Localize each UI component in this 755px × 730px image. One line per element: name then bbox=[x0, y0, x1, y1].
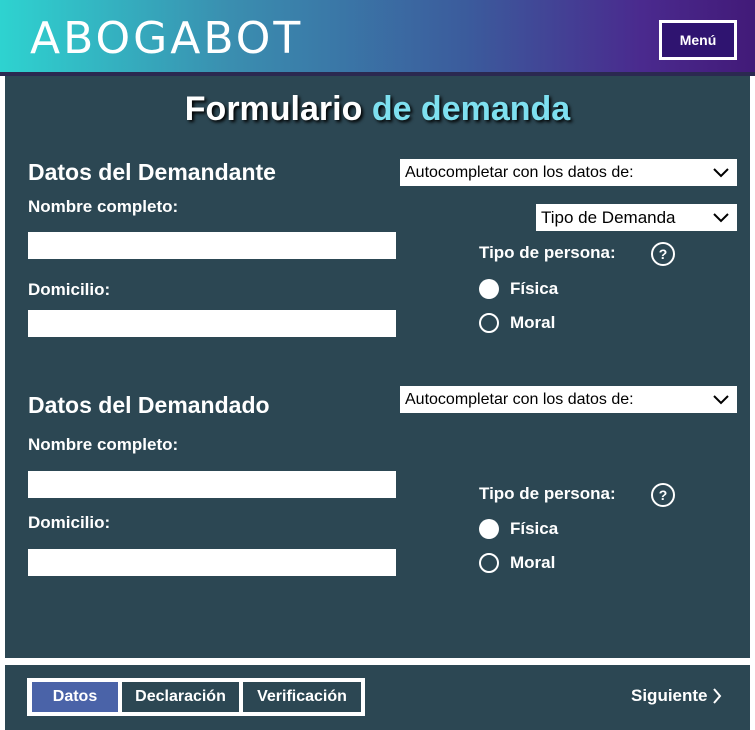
help-icon[interactable]: ? bbox=[651, 483, 675, 507]
demandante-fisica-label: Física bbox=[510, 279, 559, 298]
demandado-moral-radio[interactable] bbox=[479, 553, 499, 573]
demandante-nombre-label: Nombre completo: bbox=[28, 197, 179, 216]
demandado-autocomplete-value: Autocompletar con los datos de: bbox=[405, 391, 634, 408]
footer-divider bbox=[0, 658, 755, 665]
demandado-domicilio-label: Domicilio: bbox=[28, 513, 111, 532]
demandante-domicilio-input[interactable] bbox=[28, 310, 396, 337]
chevron-down-icon bbox=[713, 386, 729, 413]
demandado-moral-label: Moral bbox=[510, 553, 556, 572]
demandado-domicilio-input[interactable] bbox=[28, 549, 396, 576]
demandante-autocomplete-value: Autocompletar con los datos de: bbox=[405, 164, 634, 181]
demandante-moral-label: Moral bbox=[510, 313, 556, 332]
tab-datos[interactable]: Datos bbox=[32, 682, 118, 712]
demandante-autocomplete-select[interactable]: Autocompletar con los datos de: bbox=[400, 159, 737, 186]
demandado-section-title: Datos del Demandado bbox=[28, 392, 270, 418]
chevron-down-icon bbox=[713, 204, 729, 231]
demandado-fisica-label: Física bbox=[510, 519, 559, 538]
demandante-fisica-radio[interactable] bbox=[479, 279, 499, 299]
help-icon[interactable]: ? bbox=[651, 242, 675, 266]
demandado-tipo-persona-label: Tipo de persona: bbox=[479, 484, 616, 503]
form-panel: Formulario de demanda Datos del Demandan… bbox=[5, 76, 750, 658]
app-logo: ABOGABOT bbox=[30, 13, 304, 64]
demandante-nombre-input[interactable] bbox=[28, 232, 396, 259]
page-title-accent: de demanda bbox=[371, 90, 571, 128]
step-tabs: Datos Declaración Verificación bbox=[27, 678, 365, 716]
page-title: Formulario de demanda bbox=[5, 90, 750, 129]
chevron-down-icon bbox=[713, 159, 729, 186]
page-title-main: Formulario bbox=[184, 90, 372, 128]
chevron-right-icon bbox=[712, 688, 721, 704]
demandante-tipo-persona-label: Tipo de persona: bbox=[479, 243, 616, 262]
demandado-autocomplete-select[interactable]: Autocompletar con los datos de: bbox=[400, 386, 737, 413]
demandado-fisica-radio[interactable] bbox=[479, 519, 499, 539]
demandante-moral-radio[interactable] bbox=[479, 313, 499, 333]
next-label: Siguiente bbox=[631, 686, 708, 705]
demandado-nombre-label: Nombre completo: bbox=[28, 435, 179, 454]
tab-verificacion[interactable]: Verificación bbox=[243, 682, 361, 712]
demandante-section-title: Datos del Demandante bbox=[28, 159, 276, 185]
demandante-domicilio-label: Domicilio: bbox=[28, 280, 111, 299]
footer-bar: Datos Declaración Verificación Siguiente bbox=[5, 665, 750, 730]
menu-button[interactable]: Menú bbox=[659, 20, 737, 60]
app-header: ABOGABOT Menú bbox=[0, 0, 755, 72]
tab-declaracion[interactable]: Declaración bbox=[122, 682, 239, 712]
tipo-demanda-value: Tipo de Demanda bbox=[541, 208, 676, 227]
next-button[interactable]: Siguiente bbox=[631, 686, 722, 706]
demandado-nombre-input[interactable] bbox=[28, 471, 396, 498]
tipo-demanda-select[interactable]: Tipo de Demanda bbox=[536, 204, 737, 231]
